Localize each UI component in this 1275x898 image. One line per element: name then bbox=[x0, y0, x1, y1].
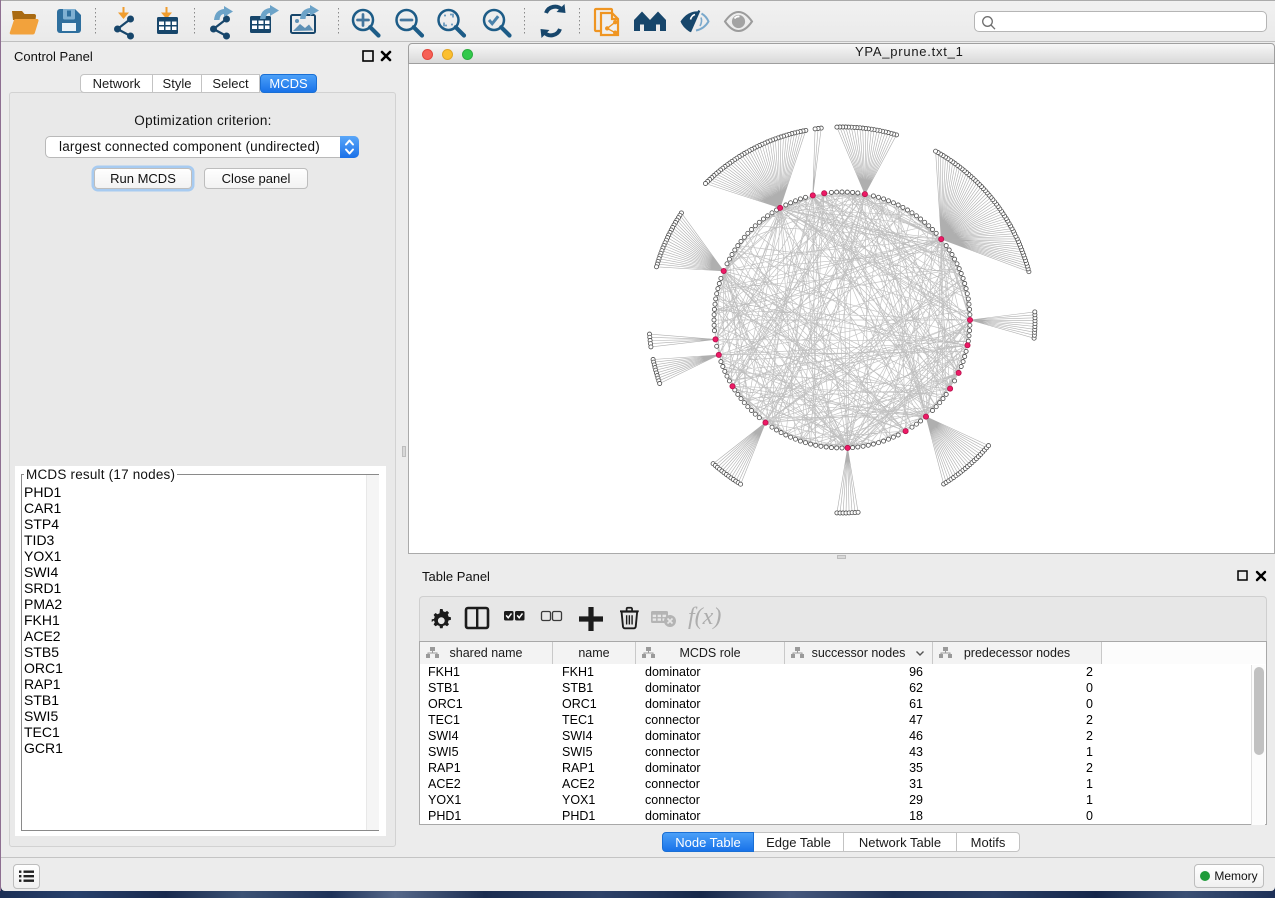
svg-text:f(x): f(x) bbox=[688, 604, 721, 630]
